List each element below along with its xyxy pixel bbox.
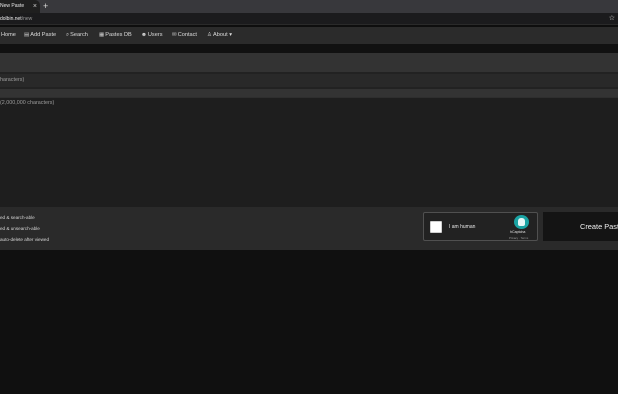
nav-pastes-db-label: Pastes DB: [105, 32, 132, 38]
envelope-icon: ✉: [172, 32, 177, 38]
syntax-bar: [0, 89, 618, 97]
user-icon: ♙: [207, 32, 213, 38]
nav-home-label: Home: [1, 32, 16, 38]
add-file-icon: ▤: [24, 32, 30, 38]
nav-contact[interactable]: ✉Contact: [172, 27, 197, 44]
new-tab-icon[interactable]: +: [43, 0, 48, 13]
header-spacer: [0, 44, 618, 53]
captcha-links[interactable]: Privacy · Terms: [509, 236, 528, 240]
tab-new-paste[interactable]: New Paste ×: [0, 0, 40, 13]
nav-contact-label: Contact: [177, 32, 197, 38]
url-path: /new: [21, 16, 33, 22]
hcaptcha-widget: I am human hCaptcha Privacy · Terms: [423, 212, 538, 241]
nav-about-label: About: [213, 32, 228, 38]
nav-search-label: Search: [70, 32, 88, 38]
site-navbar: Home ▤Add Paste ⌕Search ▦Pastes DB ☻User…: [0, 27, 618, 44]
url-text[interactable]: dolbin.net/new: [0, 13, 32, 25]
title-placeholder: haracters): [0, 77, 25, 83]
create-paste-button[interactable]: Create Paste: [543, 212, 618, 241]
url-host: dolbin.net: [0, 16, 22, 22]
captcha-checkbox[interactable]: [430, 221, 442, 233]
search-icon: ⌕: [66, 32, 70, 38]
nav-users[interactable]: ☻Users: [141, 27, 163, 44]
nav-users-label: Users: [147, 32, 163, 38]
paste-title-input[interactable]: haracters): [0, 74, 618, 87]
content-placeholder: (2,000,000 characters): [0, 100, 55, 106]
address-bar[interactable]: dolbin.net/new ☆: [0, 13, 618, 25]
nav-add-paste-label: Add Paste: [30, 32, 57, 38]
chevron-down-icon: ▾: [229, 32, 233, 38]
visibility-option-unlisted[interactable]: ed & unsearch-able: [0, 226, 40, 231]
nav-add-paste[interactable]: ▤Add Paste: [24, 27, 56, 44]
nav-home[interactable]: Home: [1, 27, 16, 44]
captcha-label: I am human: [449, 224, 476, 230]
close-icon[interactable]: ×: [33, 0, 37, 13]
hcaptcha-logo-icon: [514, 215, 529, 229]
bookmark-star-icon[interactable]: ☆: [609, 14, 615, 24]
nav-about-dropdown[interactable]: ♙About ▾: [207, 27, 232, 44]
tab-strip: New Paste × +: [0, 0, 618, 13]
database-icon: ▦: [99, 32, 105, 38]
users-icon: ☻: [141, 32, 147, 38]
visibility-option-burn[interactable]: auto-delete after viewed: [0, 237, 49, 242]
nav-search[interactable]: ⌕Search: [66, 27, 88, 44]
browser-window: New Paste × + dolbin.net/new ☆ Home ▤Add…: [0, 0, 618, 394]
visibility-option-public[interactable]: ed & search-able: [0, 215, 35, 220]
captcha-brand: hCaptcha: [510, 230, 526, 234]
paste-content-textarea[interactable]: (2,000,000 characters): [0, 97, 618, 207]
form-header-bar: [0, 53, 618, 72]
tab-title: New Paste: [0, 3, 25, 9]
nav-pastes-db[interactable]: ▦Pastes DB: [99, 27, 132, 44]
